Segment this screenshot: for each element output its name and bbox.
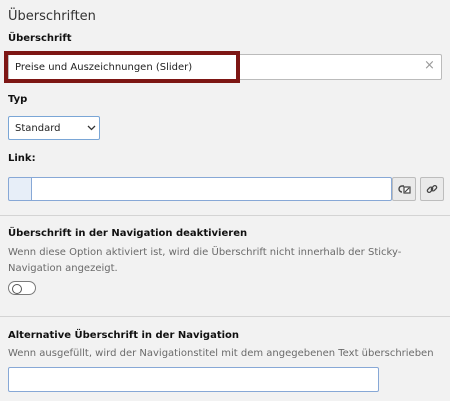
link-icon	[426, 180, 438, 199]
link-input[interactable]	[31, 177, 392, 201]
divider	[0, 215, 450, 216]
alt-heading-input[interactable]	[8, 367, 379, 392]
highlight-box	[4, 51, 240, 83]
type-select[interactable]: Standard	[8, 116, 100, 140]
alt-heading-label: Alternative Überschrift in der Navigatio…	[8, 330, 240, 341]
nav-disable-toggle[interactable]	[8, 281, 36, 295]
type-label: Typ	[8, 94, 28, 105]
link-browser-icon	[397, 180, 411, 199]
nav-disable-help: Wenn diese Option aktiviert ist, wird di…	[8, 247, 402, 274]
nav-disable-label: Überschrift in der Navigation deaktivier…	[8, 228, 248, 239]
chevron-down-icon	[83, 123, 99, 134]
close-icon[interactable]: ×	[424, 58, 435, 73]
type-select-value: Standard	[15, 122, 61, 134]
heading-label: Überschrift	[8, 33, 72, 44]
alt-heading-help: Wenn ausgefüllt, wird der Navigationstit…	[8, 348, 434, 359]
link-button[interactable]	[420, 177, 444, 201]
link-prefix	[8, 177, 32, 201]
link-label: Link:	[8, 153, 36, 164]
link-browser-button[interactable]	[392, 177, 416, 201]
divider	[0, 316, 450, 317]
section-title: Überschriften	[8, 9, 96, 24]
toggle-knob	[12, 284, 22, 294]
